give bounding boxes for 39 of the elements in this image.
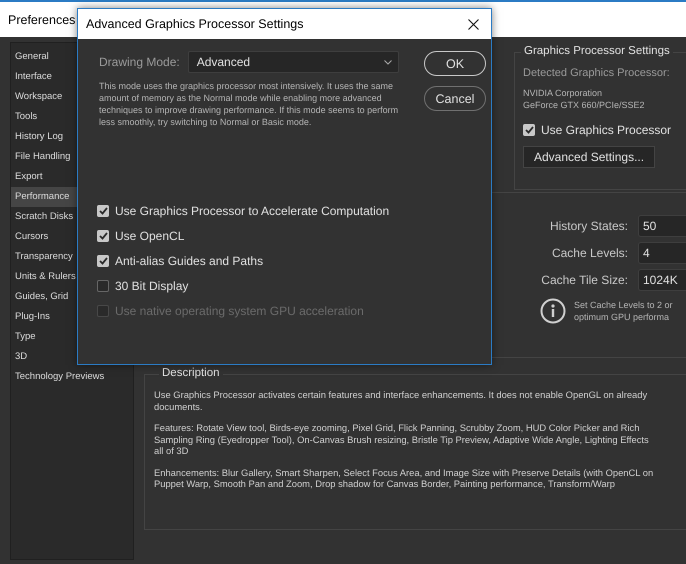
drawing-mode-dropdown[interactable]: Advanced <box>188 51 399 73</box>
input-field[interactable]: 50 <box>638 215 686 237</box>
description-text: Use Graphics Processor activates certain features and interface enhancements. It does not enable OpenGL on already <box>154 389 648 400</box>
description-text: Puppet Warp, Smooth Pan and Zoom, Drop shadow for Canvas Border, Painting performance, Transform/Warp <box>154 478 616 490</box>
input-field[interactable]: 4 <box>638 242 686 264</box>
close-icon[interactable] <box>468 18 479 30</box>
checkbox-label: Use native operating system GPU acceleration <box>115 304 364 318</box>
description-text: documents. <box>154 400 204 412</box>
field-label: Cache Tile Size: <box>541 273 628 287</box>
checkbox-label: Use OpenCL <box>115 229 184 243</box>
info-text: optimum GPU performa <box>574 311 670 323</box>
description-text: all of 3D <box>154 445 190 456</box>
description-text: Features: Rotate View tool, Birds-eye zooming, Pixel Grid, Flick Panning, Scrubby Zoom, HUD Color Picker and Rich <box>154 422 640 434</box>
advanced-settings-button[interactable]: Advanced Settings... <box>523 146 656 168</box>
checkbox-label: Use Graphics Processor <box>541 123 672 137</box>
checkbox-label: Use Graphics Processor to Accelerate Computation <box>115 204 390 218</box>
info-text: Set Cache Levels to 2 or <box>574 299 673 311</box>
group-title: Description <box>159 367 223 379</box>
detected-label: Detected Graphics Processor: <box>523 67 671 79</box>
cancel-button[interactable]: Cancel <box>424 86 486 111</box>
description-text: Enhancements: Blur Gallery, Smart Sharpen, Select Focus Area, and Image Size with Preserve Details (with OpenCL on <box>154 466 654 478</box>
group-title: Graphics Processor Settings <box>521 45 673 57</box>
checkbox-label: Anti-alias Guides and Paths <box>115 254 264 268</box>
gpu-name: NVIDIA Corporation <box>523 87 604 99</box>
input-field[interactable]: 1024K <box>638 269 686 291</box>
checkbox-label: 30 Bit Display <box>115 279 188 293</box>
ok-button[interactable]: OK <box>424 51 486 76</box>
checkbox[interactable] <box>97 280 109 292</box>
window-title: Preferences <box>8 12 76 26</box>
gpu-name: GeForce GTX 660/PCIe/SSE2 <box>523 99 646 111</box>
info-icon <box>540 298 566 324</box>
sidebar-item[interactable]: Technology Previews <box>11 367 133 387</box>
mode-description: This mode uses the graphics processor most intensively. It uses the same amount of memory as the Normal mode while enabling more advanced techniques to improve drawing performance. If this mode seems to perform less smoothly, try switching to Normal or Basic mode. <box>99 80 399 128</box>
field-label: History States: <box>550 219 628 233</box>
field-label: Drawing Mode: <box>99 55 180 69</box>
dialog-title: Advanced Graphics Processor Settings <box>86 17 304 31</box>
field-label: Cache Levels: <box>552 246 628 260</box>
chevron-icon <box>384 60 392 64</box>
description-text: Sampling Ring (Eyedropper Tool), On-Canvas Brush resizing, Bristle Tip Preview, Adaptive Wide Angle, Lighting Effects <box>154 434 650 445</box>
